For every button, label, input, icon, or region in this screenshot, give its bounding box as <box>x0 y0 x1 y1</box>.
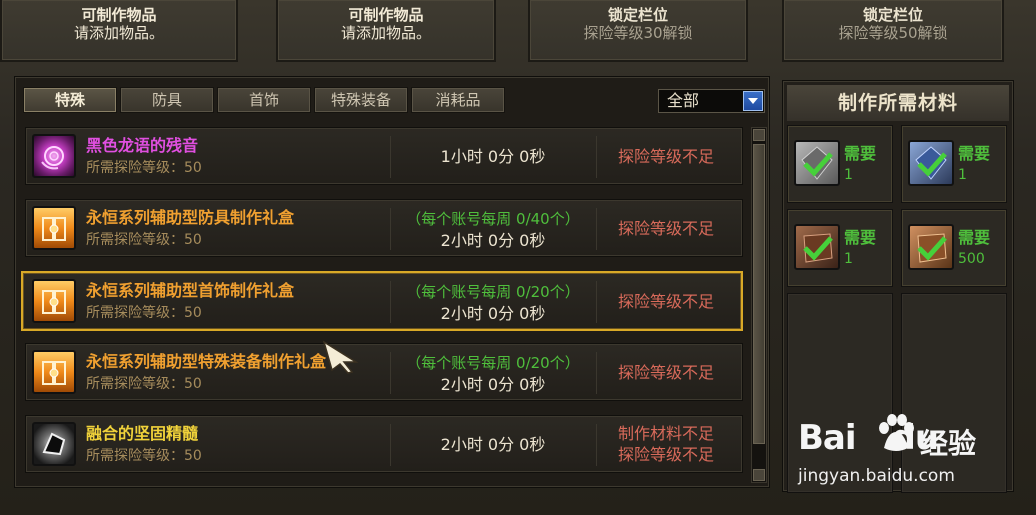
recipe-status: 制作材料不足 <box>617 424 714 443</box>
recipe-name: 融合的坚固精髓 <box>86 424 199 443</box>
recipe-time: 1小时 0分 0秒 <box>440 147 546 166</box>
locked-slot-1: 锁定栏位 探险等级30解锁 <box>528 0 748 62</box>
slot-title: 可制作物品 <box>81 6 157 24</box>
tab-armor[interactable]: 防具 <box>120 87 214 113</box>
tab-special[interactable]: 特殊 <box>23 87 117 113</box>
recipe-name: 永恒系列辅助型防具制作礼盒 <box>86 208 295 227</box>
recipe-required-level: 所需探险等级：50 <box>86 160 202 176</box>
category-tabs: 特殊 防具 首饰 特殊装备 消耗品 <box>23 87 505 113</box>
materials-title: 制作所需材料 <box>787 85 1009 121</box>
slot-title: 可制作物品 <box>348 6 424 24</box>
material-slot[interactable]: 需要 1 <box>787 125 893 203</box>
scrollbar-thumb[interactable] <box>753 144 765 444</box>
watermark-cn-text: 经验 <box>920 427 977 460</box>
recipe-time: 2小时 0分 0秒 <box>440 304 546 323</box>
bronze-ore-check-icon <box>908 224 954 270</box>
recipe-status: 探险等级不足 <box>617 219 714 238</box>
recipe-status: 探险等级不足 <box>617 147 714 166</box>
orange-giftbox-icon <box>32 350 76 394</box>
filter-dropdown[interactable]: 全部 <box>658 89 765 113</box>
orange-giftbox-icon <box>32 279 76 323</box>
locked-slot-2: 锁定栏位 探险等级50解锁 <box>782 0 1004 62</box>
material-slot[interactable]: 需要 1 <box>901 125 1007 203</box>
scroll-down-button[interactable] <box>753 469 765 481</box>
recipe-row[interactable]: 永恒系列辅助型特殊装备制作礼盒 所需探险等级：50 （每个账号每周 0/20个）… <box>25 343 743 401</box>
slot-subtitle: 探险等级50解锁 <box>838 24 948 42</box>
baidu-paw-icon <box>879 414 914 451</box>
recipe-status: 探险等级不足 <box>617 292 714 311</box>
orange-giftbox-icon <box>32 206 76 250</box>
recipe-time: 2小时 0分 0秒 <box>440 435 546 454</box>
blue-crystal-check-icon <box>908 140 954 186</box>
material-need-label: 需要 <box>958 144 991 163</box>
recipe-time: 2小时 0分 0秒 <box>440 375 546 394</box>
slot-subtitle: 探险等级30解锁 <box>583 24 693 42</box>
material-need-label: 需要 <box>844 144 877 163</box>
watermark-logo-text: Bai du <box>798 418 939 458</box>
recipe-time: 2小时 0分 0秒 <box>440 231 546 250</box>
slot-subtitle: 请添加物品。 <box>73 24 164 42</box>
recipe-status: 探险等级不足 <box>617 363 714 382</box>
material-quantity: 500 <box>958 251 985 267</box>
recipe-required-level: 所需探险等级：50 <box>86 305 202 321</box>
filter-selected-value: 全部 <box>667 91 700 110</box>
tab-accessory[interactable]: 首饰 <box>217 87 311 113</box>
tab-special-equipment[interactable]: 特殊装备 <box>314 87 408 113</box>
recipe-required-level: 所需探险等级：50 <box>86 448 202 464</box>
recipe-weekly-limit: （每个账号每周 0/40个） <box>406 210 580 228</box>
material-slot[interactable]: 需要 500 <box>901 209 1007 287</box>
slot-title: 锁定栏位 <box>862 6 923 24</box>
recipe-row[interactable]: 永恒系列辅助型防具制作礼盒 所需探险等级：50 （每个账号每周 0/40个） 2… <box>25 199 743 257</box>
material-quantity: 1 <box>958 167 967 183</box>
recipe-required-level: 所需探险等级：50 <box>86 376 202 392</box>
material-need-label: 需要 <box>844 228 877 247</box>
tab-consumable[interactable]: 消耗品 <box>411 87 505 113</box>
recipe-name: 永恒系列辅助型特殊装备制作礼盒 <box>86 352 327 371</box>
material-slot[interactable]: 需要 1 <box>787 209 893 287</box>
recipe-status-secondary: 探险等级不足 <box>617 445 714 464</box>
craft-slot-1[interactable]: 可制作物品 请添加物品。 <box>0 0 238 62</box>
material-quantity: 1 <box>844 167 853 183</box>
recipe-list-scrollbar[interactable] <box>751 127 767 483</box>
dark-essence-icon <box>32 422 76 466</box>
purple-rose-icon <box>32 134 76 178</box>
grey-crystal-check-icon <box>794 140 840 186</box>
cursor-icon <box>322 340 359 374</box>
recipe-name: 黑色龙语的残音 <box>86 136 199 155</box>
material-need-label: 需要 <box>958 228 991 247</box>
brown-ore-check-icon <box>794 224 840 270</box>
recipe-row[interactable]: 融合的坚固精髓 所需探险等级：50 2小时 0分 0秒 制作材料不足 探险等级不… <box>25 415 743 473</box>
scroll-up-button[interactable] <box>753 129 765 141</box>
recipe-weekly-limit: （每个账号每周 0/20个） <box>406 283 580 301</box>
recipe-list-panel: 特殊 防具 首饰 特殊装备 消耗品 全部 黑色龙语的残音 所需探险等级：50 1… <box>14 76 770 488</box>
slot-subtitle: 请添加物品。 <box>340 24 431 42</box>
recipe-row[interactable]: 黑色龙语的残音 所需探险等级：50 1小时 0分 0秒 探险等级不足 <box>25 127 743 185</box>
chevron-down-icon[interactable] <box>743 91 763 111</box>
material-quantity: 1 <box>844 251 853 267</box>
craft-slot-2[interactable]: 可制作物品 请添加物品。 <box>276 0 496 62</box>
recipe-name: 永恒系列辅助型首饰制作礼盒 <box>86 281 295 300</box>
recipe-weekly-limit: （每个账号每周 0/20个） <box>406 354 580 372</box>
baidu-watermark: Bai du 经验 jingyan.baidu.com <box>792 410 992 490</box>
recipe-row-selected[interactable]: 永恒系列辅助型首饰制作礼盒 所需探险等级：50 （每个账号每周 0/20个） 2… <box>21 271 743 331</box>
recipe-required-level: 所需探险等级：50 <box>86 232 202 248</box>
watermark-url: jingyan.baidu.com <box>798 466 955 486</box>
slot-title: 锁定栏位 <box>607 6 668 24</box>
